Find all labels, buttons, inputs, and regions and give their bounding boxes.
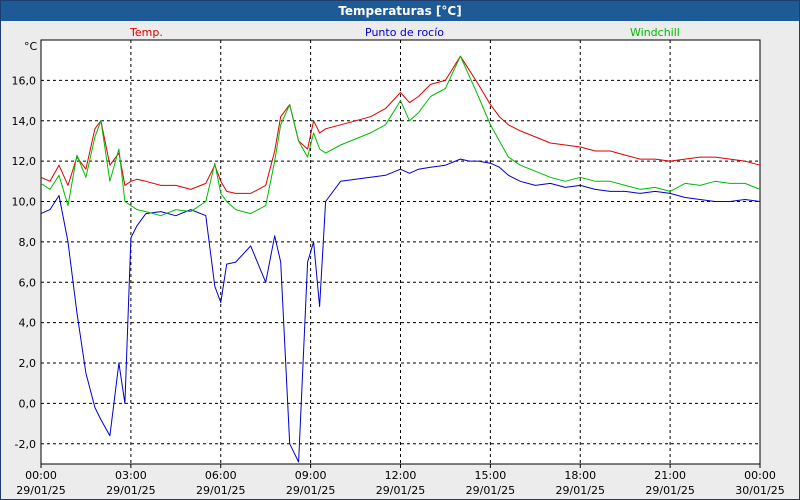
x-tick-date: 29/01/25 [106, 484, 155, 497]
x-tick-date: 30/01/25 [735, 484, 784, 497]
y-tick-label: 0,0 [19, 397, 37, 410]
x-tick-time: 00:00 [25, 469, 57, 482]
y-tick-label: 14,0 [12, 115, 37, 128]
y-tick-label: -2,0 [15, 438, 36, 451]
x-tick-date: 29/01/25 [196, 484, 245, 497]
x-tick-date: 29/01/25 [16, 484, 65, 497]
y-tick-label: 12,0 [12, 155, 37, 168]
x-tick-time: 00:00 [744, 469, 776, 482]
y-tick-label: 10,0 [12, 196, 37, 209]
x-tick-time: 09:00 [295, 469, 327, 482]
y-tick-label: 6,0 [19, 276, 37, 289]
x-tick-time: 21:00 [654, 469, 686, 482]
y-tick-label: 2,0 [19, 357, 37, 370]
x-tick-time: 18:00 [564, 469, 596, 482]
temperature-chart: 16,0 14,0 12,0 10,0 8,0 6,0 4,0 2,0 0,0 -2,0 00:0… [12, 26, 785, 497]
y-tick-label: 4,0 [19, 317, 37, 330]
y-tick-label: 8,0 [19, 236, 37, 249]
x-tick-date: 29/01/25 [556, 484, 605, 497]
legend-temp: Temp. [129, 26, 163, 39]
legend-windchill: Windchill [630, 26, 680, 39]
x-tick-date: 29/01/25 [286, 484, 335, 497]
x-tick-time: 12:00 [385, 469, 417, 482]
y-axis-ticks: 16,0 14,0 12,0 10,0 8,0 6,0 4,0 2,0 0,0 -2,0 [12, 74, 37, 450]
x-axis-ticks: 00:00 29/01/25 03:00 29/01/25 06:00 29/01/25 0… [16, 464, 785, 497]
x-tick-date: 29/01/25 [376, 484, 425, 497]
x-tick-time: 03:00 [115, 469, 147, 482]
y-axis-label: °C [24, 40, 38, 53]
x-tick-time: 06:00 [205, 469, 237, 482]
legend-dew-point: Punto de rocío [365, 26, 444, 39]
x-tick-date: 29/01/25 [645, 484, 694, 497]
y-tick-label: 16,0 [12, 74, 37, 87]
x-tick-time: 15:00 [475, 469, 507, 482]
x-tick-date: 29/01/25 [466, 484, 515, 497]
